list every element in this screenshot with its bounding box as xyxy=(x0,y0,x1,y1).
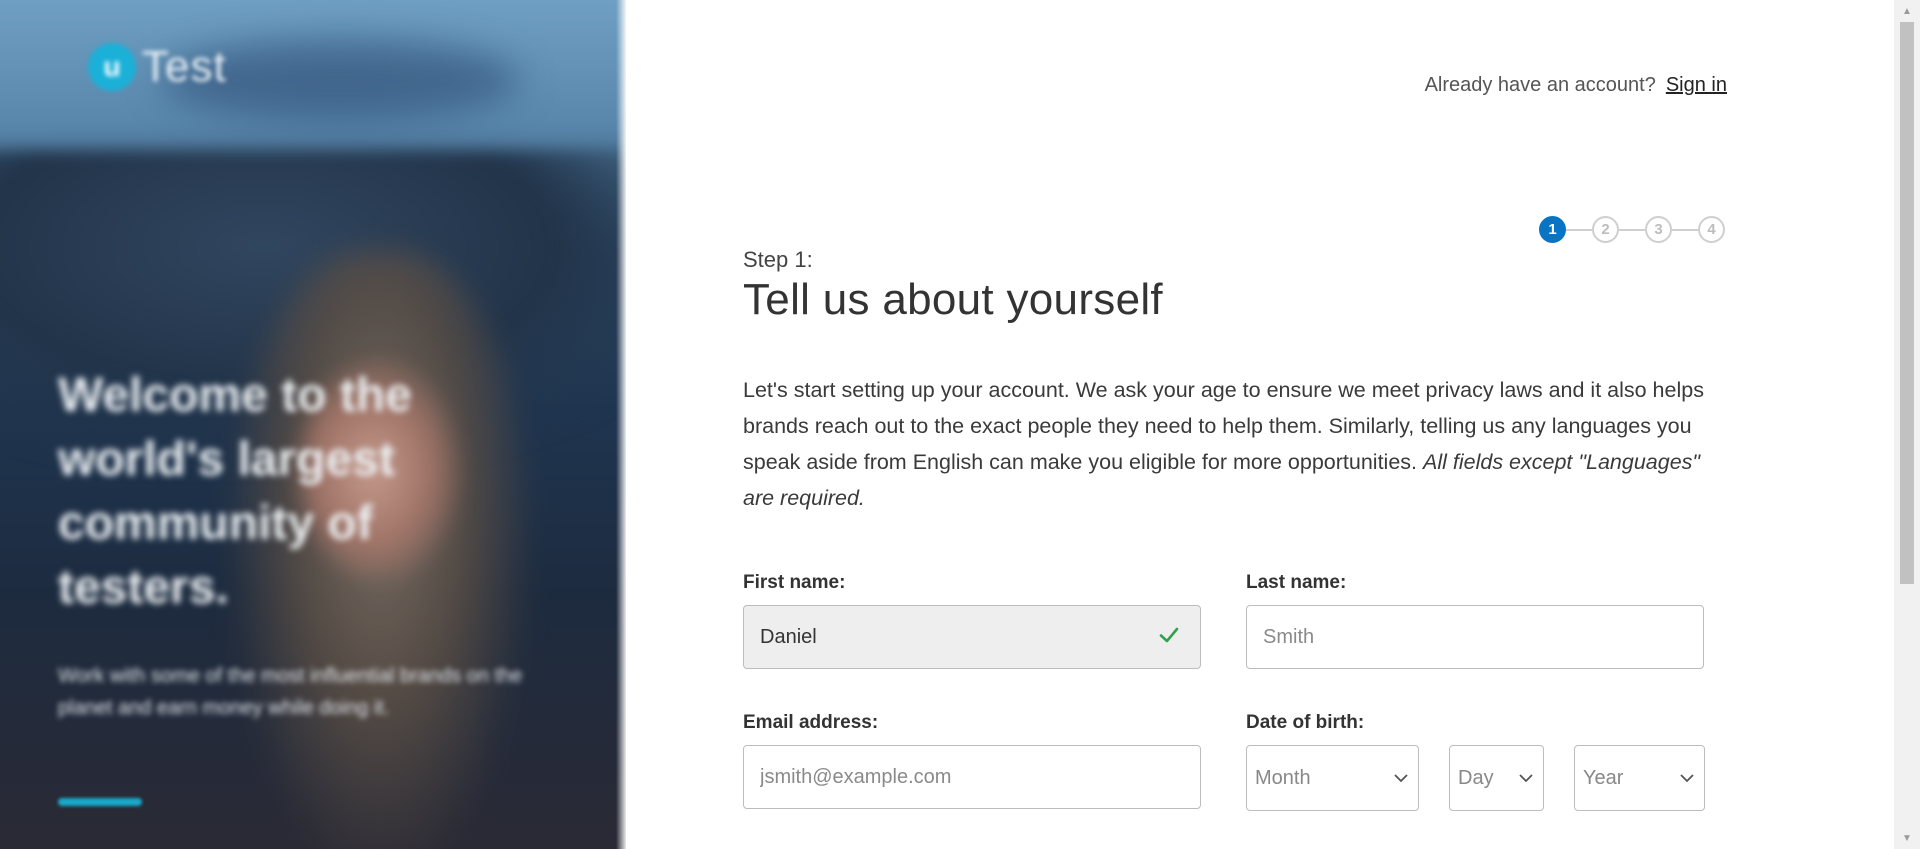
step-1-indicator: 1 xyxy=(1539,216,1566,243)
step-label: Step 1: xyxy=(743,247,813,272)
step-3-indicator: 3 xyxy=(1645,216,1672,243)
dob-year-value: Year xyxy=(1583,766,1624,789)
step-4-indicator: 4 xyxy=(1698,216,1725,243)
signin-prompt: Already have an account? Sign in xyxy=(1425,74,1727,97)
step-connector xyxy=(1566,228,1592,231)
first-name-label: First name: xyxy=(743,572,846,593)
email-input[interactable] xyxy=(743,745,1201,809)
dob-day-select[interactable]: Day xyxy=(1449,745,1544,811)
page-title: Tell us about yourself xyxy=(743,275,1163,324)
chevron-down-icon xyxy=(1394,774,1408,783)
step-2-indicator: 2 xyxy=(1592,216,1619,243)
logo-text: Test xyxy=(142,42,227,91)
step-connector xyxy=(1672,228,1698,231)
hero-edge-fade xyxy=(616,0,626,849)
chevron-down-icon xyxy=(1519,774,1533,783)
last-name-input[interactable] xyxy=(1246,605,1704,669)
scroll-down-arrow-icon[interactable]: ▼ xyxy=(1894,827,1920,849)
first-name-input[interactable] xyxy=(743,605,1201,669)
dob-day-value: Day xyxy=(1458,766,1494,789)
step-connector xyxy=(1619,228,1645,231)
chevron-down-icon xyxy=(1680,774,1694,783)
hero-accent-bar xyxy=(58,798,142,806)
utest-logo: u Test xyxy=(88,42,227,92)
scroll-up-arrow-icon[interactable]: ▲ xyxy=(1894,0,1920,22)
page-scrollbar[interactable]: ▲ ▼ xyxy=(1894,0,1920,849)
email-label: Email address: xyxy=(743,712,879,733)
intro-text: Let's start setting up your account. We … xyxy=(743,372,1733,516)
last-name-label: Last name: xyxy=(1246,572,1347,593)
hero-headline: Welcome to the world's largest community… xyxy=(58,369,412,614)
dob-year-select[interactable]: Year xyxy=(1574,745,1705,811)
signin-prompt-text: Already have an account? xyxy=(1424,74,1656,96)
logo-mark-icon: u xyxy=(88,43,136,91)
scrollbar-thumb[interactable] xyxy=(1900,22,1914,584)
dob-label: Date of birth: xyxy=(1246,712,1365,733)
hero-panel: u Test Welcome to the world's largest co… xyxy=(0,0,626,849)
signin-link[interactable]: Sign in xyxy=(1666,74,1727,97)
dob-month-select[interactable]: Month xyxy=(1246,745,1419,811)
hero-subcopy: Work with some of the most influential b… xyxy=(58,665,523,719)
valid-check-icon xyxy=(1159,627,1179,643)
dob-month-value: Month xyxy=(1255,766,1311,789)
progress-stepper: 1 2 3 4 xyxy=(1539,216,1725,243)
